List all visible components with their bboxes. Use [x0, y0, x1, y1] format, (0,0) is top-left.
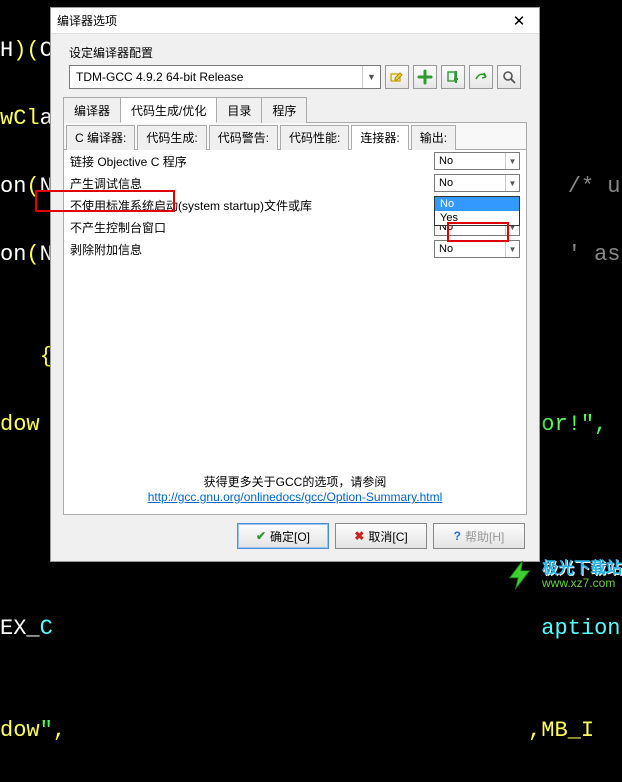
button-bar: ✔ 确定[O] ✖ 取消[C] ? 帮助[H] — [51, 515, 539, 561]
gcc-docs-link[interactable]: http://gcc.gnu.org/onlinedocs/gcc/Option… — [148, 490, 443, 504]
help-icon: ? — [454, 529, 461, 543]
compiler-config-section: 设定编译器配置 TDM-GCC 4.9.2 64-bit Release ▼ — [51, 34, 539, 95]
subtab-c-compiler[interactable]: C 编译器: — [66, 125, 135, 150]
compiler-select[interactable]: TDM-GCC 4.9.2 64-bit Release ▼ — [69, 65, 381, 89]
cancel-button[interactable]: ✖ 取消[C] — [335, 523, 427, 549]
option-list: 链接 Objective C 程序 No▼ 产生调试信息 No▼ 不使用标准系统… — [64, 150, 526, 465]
option-value-objc[interactable]: No▼ — [434, 152, 520, 170]
subtab-perf[interactable]: 代码性能: — [280, 125, 349, 150]
tab-compiler[interactable]: 编译器 — [63, 97, 121, 123]
compiler-options-dialog: 编译器选项 ✕ 设定编译器配置 TDM-GCC 4.9.2 64-bit Rel… — [50, 7, 540, 562]
tab-body: C 编译器: 代码生成: 代码警告: 代码性能: 连接器: 输出: 链接 Obj… — [63, 123, 527, 515]
chevron-down-icon: ▼ — [505, 241, 519, 257]
subtab-codegen[interactable]: 代码生成: — [137, 125, 206, 150]
footer-note: 获得更多关于GCC的选项，请参阅 http://gcc.gnu.org/onli… — [64, 465, 526, 514]
debuginfo-dropdown[interactable]: No Yes — [434, 196, 520, 226]
option-label: 产生调试信息 — [70, 175, 434, 192]
compiler-selected-text: TDM-GCC 4.9.2 64-bit Release — [76, 70, 243, 84]
subtab-warnings[interactable]: 代码警告: — [209, 125, 278, 150]
option-label: 剥除附加信息 — [70, 241, 434, 258]
option-row-debuginfo: 产生调试信息 No▼ — [64, 172, 526, 194]
tab-codegen[interactable]: 代码生成/优化 — [120, 97, 217, 123]
next-config-button[interactable] — [469, 65, 493, 89]
copy-config-button[interactable] — [441, 65, 465, 89]
titlebar: 编译器选项 ✕ — [51, 8, 539, 34]
option-label: 不产生控制台窗口 — [70, 219, 434, 236]
option-value-debuginfo[interactable]: No▼ — [434, 174, 520, 192]
chevron-down-icon: ▼ — [505, 153, 519, 169]
config-label: 设定编译器配置 — [69, 44, 521, 61]
chevron-down-icon: ▼ — [505, 175, 519, 191]
main-tabs: 编译器 代码生成/优化 目录 程序 — [63, 97, 527, 123]
add-config-button[interactable] — [413, 65, 437, 89]
help-button[interactable]: ? 帮助[H] — [433, 523, 525, 549]
rename-config-button[interactable] — [385, 65, 409, 89]
option-row-strip: 剥除附加信息 No▼ — [64, 238, 526, 260]
option-row-objc: 链接 Objective C 程序 No▼ — [64, 150, 526, 172]
option-value-strip[interactable]: No▼ — [434, 240, 520, 258]
check-icon: ✔ — [256, 529, 266, 543]
sub-tabs: C 编译器: 代码生成: 代码警告: 代码性能: 连接器: 输出: — [64, 123, 526, 150]
subtab-output[interactable]: 输出: — [411, 125, 456, 150]
dropdown-option-yes[interactable]: Yes — [435, 211, 519, 225]
option-label: 不使用标准系统启动(system startup)文件或库 — [70, 197, 434, 214]
find-config-button[interactable] — [497, 65, 521, 89]
subtab-linker[interactable]: 连接器: — [351, 125, 408, 150]
close-icon: ✖ — [354, 529, 364, 543]
tab-programs[interactable]: 程序 — [261, 97, 307, 123]
tab-directories[interactable]: 目录 — [216, 97, 262, 123]
option-label: 链接 Objective C 程序 — [70, 153, 434, 170]
dialog-title: 编译器选项 — [57, 12, 505, 29]
close-icon[interactable]: ✕ — [505, 11, 533, 31]
ok-button[interactable]: ✔ 确定[O] — [237, 523, 329, 549]
chevron-down-icon: ▼ — [362, 66, 380, 88]
dropdown-option-no[interactable]: No — [435, 197, 519, 211]
